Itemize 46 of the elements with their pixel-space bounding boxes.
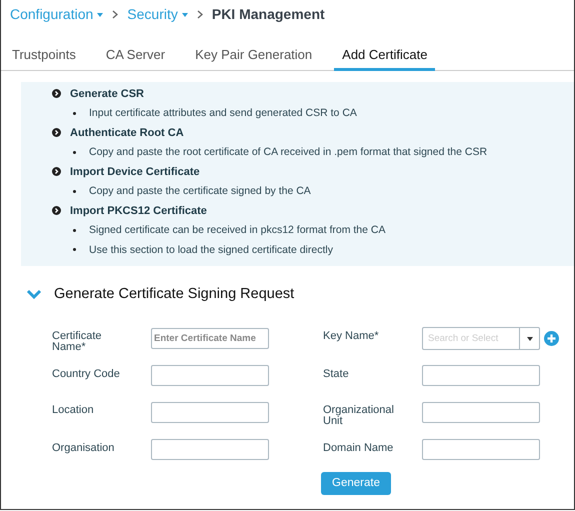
add-icon bbox=[544, 331, 559, 346]
field-label: Domain Name bbox=[323, 440, 394, 454]
field-label: Key Name* bbox=[323, 328, 380, 342]
info-heading: Import PKCS12 Certificate bbox=[70, 204, 207, 217]
bullet-icon bbox=[73, 228, 76, 232]
field-label: Country Code bbox=[52, 366, 121, 380]
tab[interactable]: Key Pair Generation bbox=[187, 44, 320, 71]
info-heading: Authenticate Root CA bbox=[70, 126, 184, 139]
input-field[interactable] bbox=[422, 439, 540, 460]
info-heading: Import Device Certificate bbox=[70, 166, 200, 178]
circle-arrow-icon bbox=[52, 167, 61, 176]
page-title: PKI Management bbox=[212, 6, 325, 22]
bullet-icon bbox=[73, 112, 76, 115]
info-text: Input certificate attributes and send generated CSR to CA bbox=[89, 107, 357, 120]
bullet-icon bbox=[73, 248, 76, 252]
circle-arrow-icon bbox=[52, 206, 61, 216]
caret-icon bbox=[182, 12, 188, 16]
tab[interactable]: CA Server bbox=[98, 44, 174, 71]
tab[interactable]: Add Certificate bbox=[334, 44, 436, 71]
field-label: Certificate Name* bbox=[52, 328, 103, 354]
info-heading: Generate CSR bbox=[70, 88, 144, 100]
circle-arrow-icon bbox=[52, 128, 61, 138]
caret-icon bbox=[97, 12, 104, 16]
info-text: Copy and paste the certificate signed by the CA bbox=[89, 185, 311, 198]
field-label: Organizational Unit bbox=[323, 402, 395, 428]
field-label: Location bbox=[52, 402, 95, 416]
dropdown-button[interactable] bbox=[520, 327, 540, 350]
section-title: Generate Certificate Signing Request bbox=[54, 286, 294, 302]
bullet-icon bbox=[73, 150, 76, 154]
field-label: State bbox=[323, 366, 350, 380]
input-field[interactable] bbox=[151, 439, 269, 460]
caret-icon bbox=[526, 336, 532, 341]
input-field[interactable] bbox=[422, 365, 540, 386]
chevron-icon bbox=[196, 10, 203, 18]
info-text: Signed certificate can be received in pkcs12 format from the CA bbox=[89, 224, 386, 236]
info-text: Copy and paste the root certificate of CA received in .pem format that signed the CSR bbox=[89, 146, 488, 158]
circle-arrow-icon bbox=[52, 89, 61, 98]
chevron-icon bbox=[112, 10, 118, 18]
field-label: Organisation bbox=[52, 440, 116, 454]
input-field[interactable]: Enter Certificate Name bbox=[151, 328, 269, 350]
input-field[interactable] bbox=[151, 365, 269, 386]
bullet-icon bbox=[73, 190, 76, 193]
input-field[interactable] bbox=[151, 402, 269, 424]
tab[interactable]: Trustpoints bbox=[4, 44, 84, 71]
input-field[interactable] bbox=[422, 402, 540, 424]
info-text: Use this section to load the signed certificate directly bbox=[89, 244, 333, 256]
